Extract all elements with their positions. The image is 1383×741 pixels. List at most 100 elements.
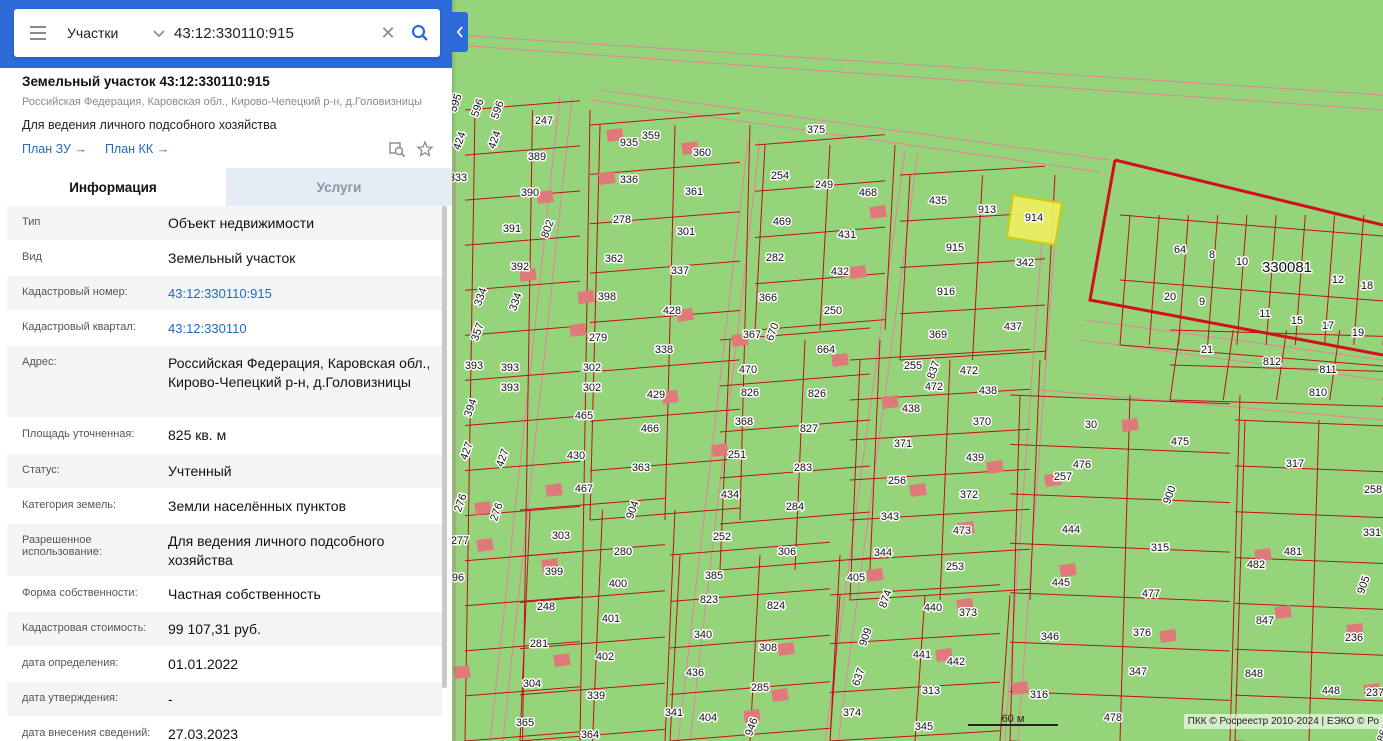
plot-label: 439 (966, 452, 984, 464)
property-row: Статус: Учтенный (7, 454, 442, 489)
plot-label: 441 (913, 649, 931, 661)
plot-label: 360 (693, 147, 711, 159)
plot-label: 256 (888, 475, 906, 487)
plan-links: План ЗУ → План КК → (22, 142, 169, 156)
building (986, 459, 1004, 475)
plot-label: 429 (647, 389, 665, 401)
property-label: Статус: (22, 464, 60, 476)
building (476, 537, 494, 553)
plot-label: 249 (815, 179, 833, 191)
plot-label: 470 (739, 364, 757, 376)
property-value: Для ведения личного подсобного хозяйства (168, 533, 385, 568)
plot-label: 476 (1073, 459, 1091, 471)
plot-label: 252 (713, 531, 731, 543)
building (869, 204, 887, 220)
plot-label: 477 (1142, 588, 1160, 600)
plot-label: 435 (929, 195, 947, 207)
plot-label: 237 (1366, 687, 1383, 699)
plot-label: 9 (1199, 296, 1205, 308)
plot-label: 935 (620, 137, 638, 149)
plot-label: 302 (583, 382, 601, 394)
quarter-label: 330081 (1262, 259, 1312, 276)
plot-label: 347 (1129, 666, 1147, 678)
plot-label: 810 (1309, 387, 1327, 399)
building (553, 652, 571, 668)
plot-label: 96 (452, 572, 464, 584)
zoom-to-object-icon[interactable] (388, 140, 406, 158)
plot-label: 400 (609, 578, 627, 590)
collapse-panel-button[interactable] (452, 12, 468, 52)
plot-label: 253 (946, 561, 964, 573)
property-row: Адрес: Российская Федерация, Каровская об… (7, 346, 442, 418)
plot-label: 277 (451, 535, 469, 547)
cadastral-number-link[interactable]: 43:12:330110:915 (155, 276, 442, 310)
plot-label: 445 (1052, 577, 1070, 589)
plot-label: 21 (1201, 344, 1213, 356)
building (849, 264, 867, 280)
building (577, 289, 595, 305)
property-row: Разрешенное использование: Для ведения ли… (7, 524, 442, 577)
plot-label: 478 (1104, 712, 1122, 724)
building (545, 482, 563, 498)
building (1159, 628, 1177, 644)
plot-label: 393 (501, 382, 519, 394)
plot-label: 442 (947, 656, 965, 668)
property-value: Объект недвижимости (168, 215, 315, 231)
property-label: дата определения: (22, 657, 119, 669)
plot-label: 916 (937, 286, 955, 298)
plot-label: 434 (721, 489, 739, 501)
tab-information[interactable]: Информация (0, 168, 226, 206)
plot-label: 847 (1256, 615, 1274, 627)
cadastral-quarter-link[interactable]: 43:12:330110 (155, 311, 442, 345)
plot-label: 343 (881, 511, 899, 523)
property-label: Форма собственности: (22, 587, 138, 599)
map-attribution[interactable]: ПКК © Росреестр 2010-2024 | ЕЭКО © Ро (1183, 714, 1383, 729)
plan-kk-link[interactable]: План КК → (105, 142, 169, 156)
plot-label: 18 (1361, 280, 1373, 292)
chevron-left-icon (456, 26, 463, 38)
plot-label: 432 (831, 266, 849, 278)
layer-select[interactable]: Участки (62, 25, 172, 41)
plot-label: 371 (894, 438, 912, 450)
plot-label: 437 (1004, 321, 1022, 333)
plot-label: 913 (978, 204, 996, 216)
panel-scrollbar[interactable] (442, 206, 447, 688)
plot-label: 482 (1247, 559, 1265, 571)
plot-label: 255 (904, 360, 922, 372)
plot-label: 250 (824, 305, 842, 317)
building (881, 394, 899, 410)
plot-label: 444 (1062, 524, 1080, 536)
hamburger-menu-icon[interactable] (14, 9, 62, 57)
plot-label: 392 (511, 261, 529, 273)
property-row: Тип Объект недвижимости (7, 206, 442, 241)
property-label: Разрешенное использование: (22, 534, 102, 558)
search-input[interactable]: 43:12:330110:915 (172, 9, 376, 57)
search-button[interactable] (400, 9, 440, 57)
star-icon[interactable] (416, 140, 434, 158)
plot-label: 438 (979, 385, 997, 397)
plot-label: 331 (1363, 527, 1381, 539)
building (1121, 417, 1139, 433)
plot-label: 372 (960, 489, 978, 501)
plot-label: 64 (1174, 244, 1186, 256)
search-icon (411, 24, 428, 41)
clear-icon[interactable]: ✕ (376, 9, 400, 57)
plot-label: 428 (663, 305, 681, 317)
plot-label: 448 (1322, 685, 1340, 697)
property-label: Вид (22, 251, 42, 263)
plot-label: 391 (503, 223, 521, 235)
property-label: Площадь уточненная: (22, 428, 135, 440)
plot-label: 430 (567, 450, 585, 462)
plot-label: 282 (766, 252, 784, 264)
plot-label: 258 (1364, 484, 1382, 496)
plot-label: 344 (874, 547, 892, 559)
plot-label: 438 (902, 403, 920, 415)
plot-label: 340 (694, 629, 712, 641)
plot-label: 8 (1209, 249, 1215, 261)
plot-label: 376 (1133, 627, 1151, 639)
property-row: Вид Земельный участок (7, 241, 442, 276)
scale-line (968, 724, 1058, 726)
plot-label: 285 (751, 682, 769, 694)
plan-zu-link[interactable]: План ЗУ → (22, 142, 87, 156)
tab-services[interactable]: Услуги (226, 168, 452, 206)
